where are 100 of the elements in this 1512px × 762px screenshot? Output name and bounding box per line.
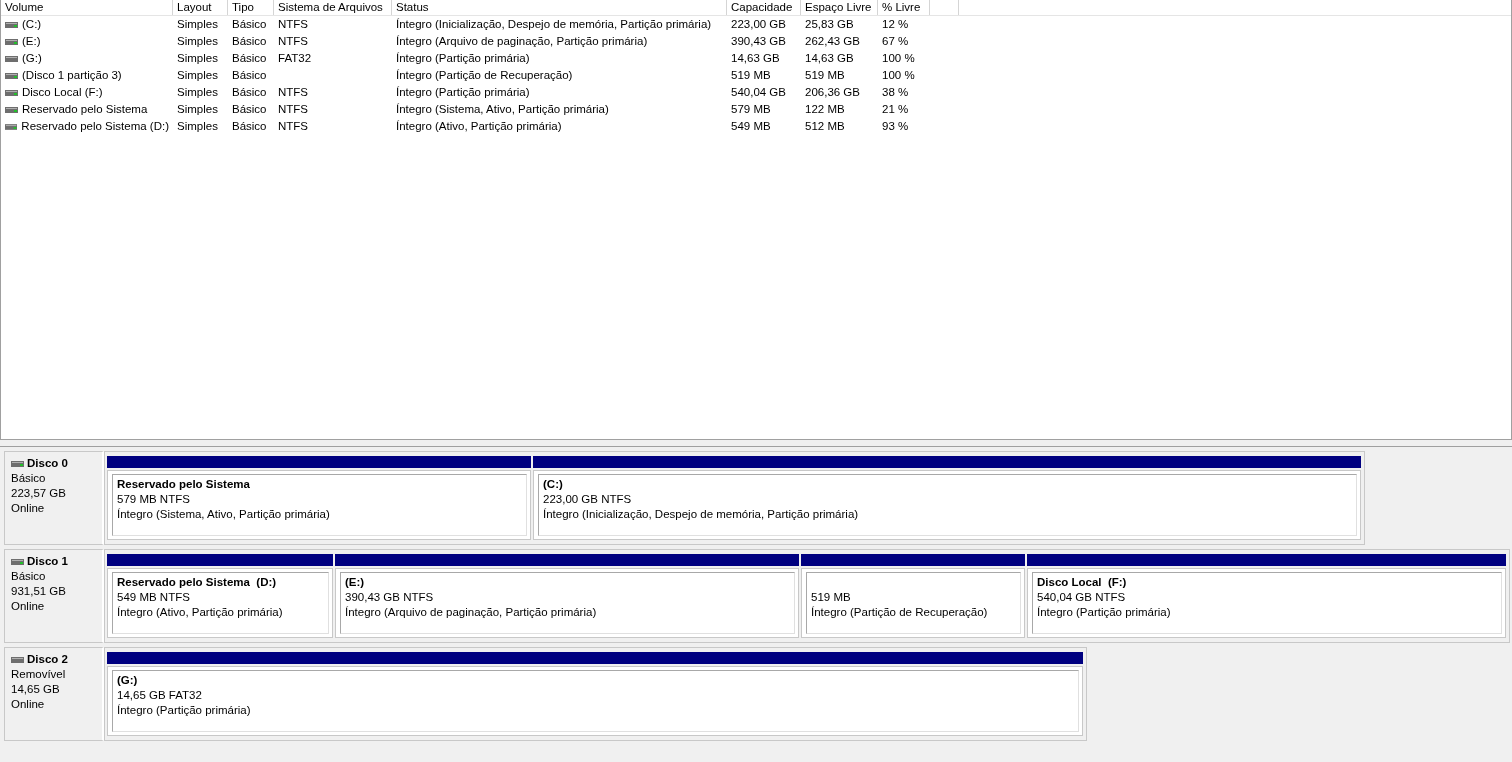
partition-box[interactable]: (C:) 223,00 GB NTFS Íntegro (Inicialização, Despejo de memória, Partição primária)	[533, 470, 1361, 540]
volume-list-item[interactable]: Reservado pelo Sistema	[22, 101, 148, 118]
partition-status: Íntegro (Partição de Recuperação)	[811, 605, 989, 620]
table-cell: 262,43 GB	[805, 35, 860, 47]
table-cell: 540,04 GB	[731, 86, 786, 98]
column-header[interactable]: Tipo	[228, 0, 274, 15]
partition-title: (C:)	[543, 478, 563, 490]
volume-list-item[interactable]: (C:)	[22, 16, 42, 33]
partition-box[interactable]: (E:) 390,43 GB NTFS Íntegro (Arquivo de paginação, Partição primária)	[335, 568, 799, 638]
column-header[interactable]: Espaço Livre	[801, 0, 878, 15]
disk-size: 931,51 GB	[11, 584, 67, 599]
table-cell: NTFS	[278, 35, 309, 47]
partition-status: Íntegro (Arquivo de paginação, Partição primária)	[345, 605, 598, 620]
disk-size: 14,65 GB	[11, 682, 61, 697]
table-cell: Simples	[177, 52, 218, 64]
partition-status: Íntegro (Partição primária)	[1037, 605, 1172, 620]
table-cell: Simples	[177, 103, 218, 115]
volume-list-item[interactable]: (E:)	[22, 33, 41, 50]
table-cell: 122 MB	[805, 103, 845, 115]
table-cell: Íntegro (Partição primária)	[396, 86, 530, 98]
disk-type: Removível	[11, 667, 67, 682]
table-cell: Íntegro (Inicialização, Despejo de memória, Partição primária)	[396, 18, 712, 30]
partition-size: 540,04 GB NTFS	[1037, 590, 1127, 605]
table-cell: Básico	[232, 35, 267, 47]
partition-title: Reservado pelo Sistema (D:)	[117, 576, 277, 588]
partition-size: 390,43 GB NTFS	[345, 590, 435, 605]
table-cell: Íntegro (Partição de Recuperação)	[396, 69, 573, 81]
table-cell: 390,43 GB	[731, 35, 786, 47]
table-cell: Íntegro (Ativo, Partição primária)	[396, 120, 562, 132]
table-cell: 67 %	[882, 35, 909, 47]
disk-state: Online	[11, 501, 46, 516]
table-cell: NTFS	[278, 120, 309, 132]
column-header[interactable]: % Livre	[878, 0, 930, 15]
disk-name: Disco 1	[27, 554, 68, 569]
partition-status: Íntegro (Partição primária)	[117, 703, 252, 718]
disk-label-panel[interactable]: Disco 0 Básico 223,57 GB Online	[4, 451, 104, 545]
volume-list-item[interactable]: Disco Local (F:)	[22, 84, 103, 101]
table-cell: 38 %	[882, 86, 909, 98]
table-cell: 223,00 GB	[731, 18, 786, 30]
table-cell: Íntegro (Sistema, Ativo, Partição primária)	[396, 103, 609, 115]
partition-box[interactable]: Reservado pelo Sistema (D:) 549 MB NTFS Íntegro (Ativo, Partição primária)	[107, 568, 333, 638]
disk-state: Online	[11, 697, 46, 712]
table-cell: 100 %	[882, 52, 915, 64]
table-cell: Básico	[232, 18, 267, 30]
partition-box[interactable]: Reservado pelo Sistema 579 MB NTFS Íntegro (Sistema, Ativo, Partição primária)	[107, 470, 531, 540]
table-cell: Básico	[232, 103, 267, 115]
column-header[interactable]: Sistema de Arquivos	[274, 0, 392, 15]
partition-title: Disco Local (F:)	[1037, 576, 1127, 588]
table-cell: Simples	[177, 120, 218, 132]
table-cell: Íntegro (Partição primária)	[396, 52, 530, 64]
disk-size: 223,57 GB	[11, 486, 67, 501]
table-cell: NTFS	[278, 103, 309, 115]
table-cell: Simples	[177, 18, 218, 30]
table-cell: 12 %	[882, 18, 909, 30]
table-cell: NTFS	[278, 86, 309, 98]
volume-list-item[interactable]: (Disco 1 partição 3)	[22, 67, 122, 84]
table-cell: 100 %	[882, 69, 915, 81]
disk-type: Básico	[11, 471, 47, 486]
partition-title: Reservado pelo Sistema	[117, 478, 250, 490]
column-header[interactable]: Layout	[173, 0, 228, 15]
volume-list-item[interactable]: Reservado pelo Sistema (D:)	[21, 118, 169, 135]
table-cell: Simples	[177, 35, 218, 47]
table-cell: FAT32	[278, 52, 312, 64]
table-cell: Simples	[177, 69, 218, 81]
table-cell: 25,83 GB	[805, 18, 854, 30]
partition-status: Íntegro (Inicialização, Despejo de memória, Partição primária)	[543, 507, 860, 522]
partition-box[interactable]: Disco Local (F:) 540,04 GB NTFS Íntegro (Partição primária)	[1027, 568, 1506, 638]
partition-size: 519 MB	[811, 590, 852, 605]
volume-list-item[interactable]: (G:)	[22, 50, 42, 67]
partition-size: 579 MB NTFS	[117, 492, 191, 507]
disk-state: Online	[11, 599, 46, 614]
column-header[interactable]: Capacidade	[727, 0, 801, 15]
table-cell: 519 MB	[731, 69, 771, 81]
disk-type: Básico	[11, 569, 47, 584]
disk-name: Disco 2	[27, 652, 68, 667]
partition-size: 549 MB NTFS	[117, 590, 191, 605]
partition-status: Íntegro (Ativo, Partição primária)	[117, 605, 284, 620]
table-cell: 14,63 GB	[805, 52, 854, 64]
table-cell: Simples	[177, 86, 218, 98]
partition-box[interactable]: 519 MB Íntegro (Partição de Recuperação)	[801, 568, 1025, 638]
partition-size: 14,65 GB FAT32	[117, 688, 203, 703]
table-cell: 14,63 GB	[731, 52, 780, 64]
table-cell: Básico	[232, 86, 267, 98]
partition-title: (E:)	[345, 576, 365, 588]
partition-title: (G:)	[117, 674, 138, 686]
table-cell: Íntegro (Arquivo de paginação, Partição primária)	[396, 35, 648, 47]
table-cell: 549 MB	[731, 120, 771, 132]
table-cell: 512 MB	[805, 120, 845, 132]
table-cell: 519 MB	[805, 69, 845, 81]
disk-label-panel[interactable]: Disco 2 Removível 14,65 GB Online	[4, 647, 104, 741]
table-cell: Básico	[232, 52, 267, 64]
table-cell: Básico	[232, 69, 267, 81]
partition-box[interactable]: (G:) 14,65 GB FAT32 Íntegro (Partição primária)	[107, 666, 1083, 736]
table-cell: 21 %	[882, 103, 909, 115]
partition-size: 223,00 GB NTFS	[543, 492, 633, 507]
column-header[interactable]: Volume	[1, 0, 173, 15]
table-cell: 579 MB	[731, 103, 771, 115]
column-header[interactable]: Status	[392, 0, 727, 15]
table-cell: Básico	[232, 120, 267, 132]
disk-label-panel[interactable]: Disco 1 Básico 931,51 GB Online	[4, 549, 104, 643]
